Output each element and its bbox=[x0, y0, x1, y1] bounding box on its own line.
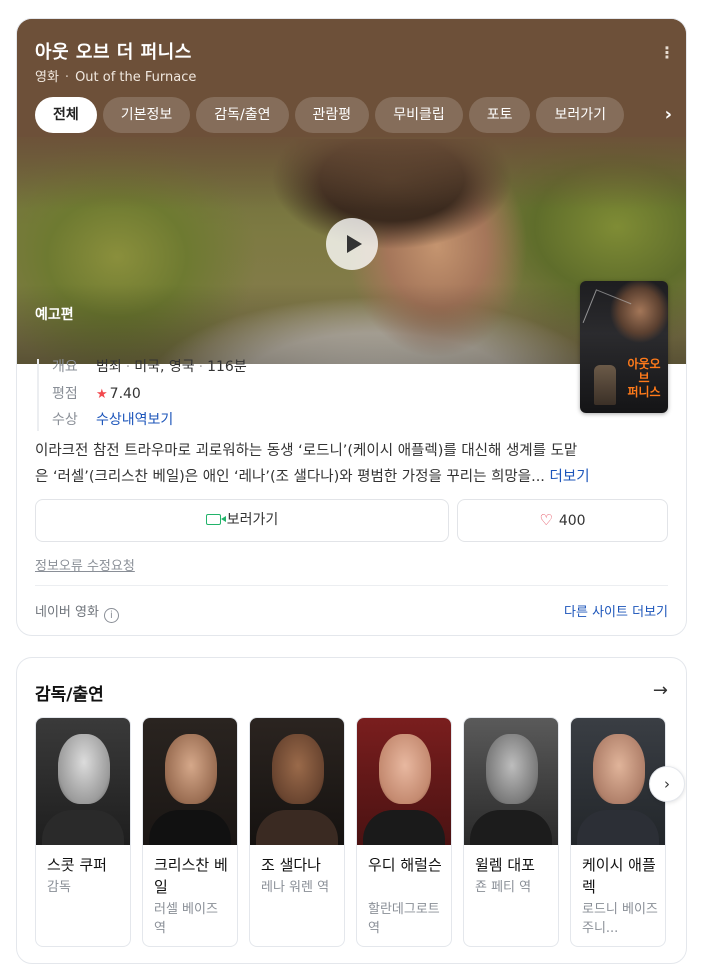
separator-dot: · bbox=[64, 70, 70, 85]
cast-item-actor[interactable]: 우디 해럴슨 할란데그로트 역 bbox=[356, 717, 452, 947]
rating-row: 평점 ★ 7.40 bbox=[52, 384, 141, 404]
info-icon[interactable]: i bbox=[103, 608, 119, 623]
overview-row: 개요 범죄 · 미국, 영국 · 116분 bbox=[52, 359, 247, 375]
report-error-link[interactable]: 정보오류 수정요청 bbox=[35, 555, 135, 574]
overview-label: 개요 bbox=[52, 359, 78, 375]
movie-subtitle: 영화 · Out of the Furnace bbox=[35, 66, 196, 85]
trailer-label: 예고편 bbox=[35, 307, 74, 323]
cast-card: 감독/출연 → 스콧 쿠퍼 감독 크리스찬 베일 러셀 베이즈 역 조 샐다나 bbox=[16, 657, 687, 964]
tab-reviews[interactable]: 관람평 bbox=[294, 97, 370, 133]
movie-title[interactable]: 아웃 오브 더 퍼니스 bbox=[35, 38, 192, 64]
rating-label: 평점 bbox=[52, 386, 78, 402]
video-camera-icon bbox=[205, 514, 226, 525]
heart-icon: ♡ bbox=[539, 511, 553, 529]
photo-head bbox=[379, 734, 431, 804]
photo-body bbox=[42, 810, 124, 845]
play-icon[interactable] bbox=[326, 218, 378, 270]
info-divider bbox=[37, 359, 39, 431]
person-name: 케이시 애플렉 bbox=[582, 856, 656, 896]
movie-poster[interactable]: 아웃오브 퍼니스 bbox=[580, 281, 668, 413]
person-name: 조 샐다나 bbox=[261, 856, 321, 874]
tab-watch[interactable]: 보러가기 bbox=[536, 97, 625, 133]
person-photo bbox=[36, 718, 130, 845]
tab-photos[interactable]: 포토 bbox=[468, 97, 531, 133]
tab-basic-info[interactable]: 기본정보 bbox=[102, 97, 191, 133]
vertical-ellipsis-icon[interactable]: ⋮ bbox=[657, 43, 677, 63]
photo-body bbox=[470, 810, 552, 845]
tab-overview[interactable]: 전체 bbox=[35, 97, 97, 133]
photo-head bbox=[593, 734, 645, 804]
poster-title-art: 아웃오브 퍼니스 bbox=[627, 357, 661, 399]
country-value: 미국, 영국 bbox=[134, 359, 195, 375]
watch-button-label: 보러가기 bbox=[226, 512, 279, 528]
like-button[interactable]: ♡ 400 bbox=[457, 499, 668, 542]
cast-item-director[interactable]: 스콧 쿠퍼 감독 bbox=[35, 717, 131, 947]
footer-divider bbox=[35, 585, 668, 586]
person-photo bbox=[357, 718, 451, 845]
movie-original-title: Out of the Furnace bbox=[75, 70, 197, 85]
chevron-right-icon[interactable]: › bbox=[649, 766, 685, 802]
person-role: 레나 워렌 역 bbox=[261, 880, 330, 895]
awards-label: 수상 bbox=[52, 412, 78, 428]
genre-value: 범죄 bbox=[96, 359, 122, 375]
person-name: 우디 해럴슨 bbox=[368, 856, 442, 874]
awards-link[interactable]: 수상내역보기 bbox=[96, 412, 173, 428]
synopsis-line-2: 은 ‘러셀’(크리스찬 베일)은 애인 ‘레나’(조 샐다나)와 평범한 가정을… bbox=[35, 469, 545, 485]
person-role: 할란데그로트 역 bbox=[368, 902, 440, 936]
photo-head bbox=[165, 734, 217, 804]
person-name: 스콧 쿠퍼 bbox=[47, 856, 107, 874]
arrow-right-icon[interactable]: → bbox=[653, 680, 668, 701]
poster-figure bbox=[594, 365, 616, 405]
cast-item-actor[interactable]: 조 샐다나 레나 워렌 역 bbox=[249, 717, 345, 947]
tab-cast[interactable]: 감독/출연 bbox=[196, 97, 289, 133]
photo-body bbox=[149, 810, 231, 845]
source-name: 네이버 영화 bbox=[35, 605, 99, 620]
photo-body bbox=[577, 810, 659, 845]
photo-head bbox=[486, 734, 538, 804]
other-sites-link[interactable]: 다른 사이트 더보기 bbox=[564, 601, 668, 620]
synopsis: 이라크전 참전 트라우마로 괴로워하는 동생 ‘로드니’(케이시 애플렉)를 대… bbox=[35, 438, 675, 490]
tab-movie-clips[interactable]: 무비클립 bbox=[375, 97, 463, 133]
like-count: 400 bbox=[558, 513, 586, 529]
awards-row: 수상 수상내역보기 bbox=[52, 410, 173, 430]
photo-body bbox=[363, 810, 445, 845]
photo-body bbox=[256, 810, 338, 845]
person-photo bbox=[250, 718, 344, 845]
source-label: 네이버 영화 i bbox=[35, 601, 119, 623]
cast-item-actor[interactable]: 윌렘 대포 죤 페티 역 bbox=[463, 717, 559, 947]
tab-bar: 전체 기본정보 감독/출연 관람평 무비클립 포토 보러가기 bbox=[35, 97, 686, 133]
cast-list: 스콧 쿠퍼 감독 크리스찬 베일 러셀 베이즈 역 조 샐다나 레나 워렌 역 bbox=[35, 717, 686, 947]
person-role: 로드니 베이즈 주니... bbox=[582, 902, 658, 936]
person-photo bbox=[464, 718, 558, 845]
chevron-right-icon[interactable]: › bbox=[642, 97, 686, 133]
cast-item-actor[interactable]: 크리스찬 베일 러셀 베이즈 역 bbox=[142, 717, 238, 947]
person-name: 윌렘 대포 bbox=[475, 856, 535, 874]
cast-item-actor[interactable]: 케이시 애플렉 로드니 베이즈 주니... bbox=[570, 717, 666, 947]
star-icon: ★ bbox=[96, 387, 108, 402]
person-role: 감독 bbox=[47, 880, 71, 895]
movie-card: 아웃 오브 더 퍼니스 영화 · Out of the Furnace ⋮ 전체 기… bbox=[16, 18, 687, 636]
person-name: 크리스찬 베일 bbox=[154, 856, 228, 896]
synopsis-more-link[interactable]: 더보기 bbox=[550, 469, 590, 485]
watch-button[interactable]: 보러가기 bbox=[35, 499, 449, 542]
rating-value: 7.40 bbox=[109, 386, 141, 402]
person-role: 러셀 베이즈 역 bbox=[154, 902, 218, 936]
person-photo bbox=[143, 718, 237, 845]
synopsis-line-1: 이라크전 참전 트라우마로 괴로워하는 동생 ‘로드니’(케이시 애플렉)를 대… bbox=[35, 443, 578, 459]
person-role: 죤 페티 역 bbox=[475, 880, 532, 895]
movie-category: 영화 bbox=[35, 70, 59, 85]
photo-head bbox=[58, 734, 110, 804]
runtime-value: 116분 bbox=[207, 359, 247, 375]
photo-head bbox=[272, 734, 324, 804]
cast-section-title[interactable]: 감독/출연 bbox=[35, 680, 104, 705]
